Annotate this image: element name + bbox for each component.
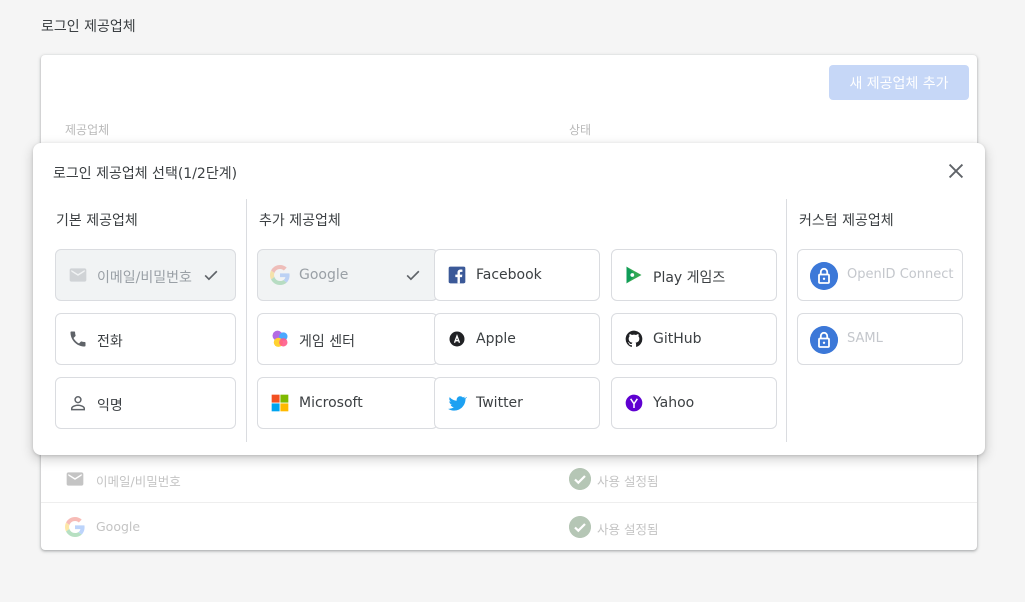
yahoo-icon [625, 394, 643, 412]
provider-name: 이메일/비밀번호 [96, 474, 181, 489]
game-center-icon [272, 330, 288, 347]
provider-label: Microsoft [299, 395, 363, 411]
dialog-title: 로그인 제공업체 선택(1/2단계) [53, 166, 238, 182]
provider-label: Google [299, 267, 349, 283]
provider-button-github[interactable]: GitHub [611, 313, 777, 365]
provider-button-apple[interactable]: Apple [434, 313, 600, 365]
table-row[interactable]: Google 사용 설정됨 [41, 502, 977, 550]
provider-button-facebook[interactable]: Facebook [434, 249, 600, 301]
table-row[interactable]: 이메일/비밀번호 사용 설정됨 [41, 454, 977, 502]
close-icon[interactable] [945, 160, 967, 182]
lock-icon [810, 262, 838, 290]
provider-label: 게임 센터 [299, 334, 355, 350]
group-title-additional: 추가 제공업체 [259, 213, 341, 229]
check-circle-icon [569, 468, 591, 490]
provider-label: 익명 [97, 398, 123, 414]
provider-label: Play 게임즈 [653, 270, 726, 286]
group-title-custom: 커스텀 제공업체 [799, 213, 894, 229]
lock-icon [810, 326, 838, 354]
provider-button-microsoft[interactable]: Microsoft [257, 377, 438, 429]
status-text: 사용 설정됨 [597, 474, 659, 489]
person-icon [71, 396, 85, 411]
provider-label: 전화 [97, 334, 123, 350]
provider-button-email[interactable]: 이메일/비밀번호 [55, 249, 236, 301]
provider-label: 이메일/비밀번호 [97, 270, 192, 286]
twitter-icon [447, 396, 467, 411]
provider-select-dialog: 로그인 제공업체 선택(1/2단계) 기본 제공업체 추가 제공업체 커스텀 제… [33, 143, 985, 455]
facebook-icon [448, 266, 466, 284]
divider [786, 199, 787, 442]
provider-button-phone[interactable]: 전화 [55, 313, 236, 365]
google-icon [65, 517, 85, 537]
microsoft-icon [271, 394, 289, 412]
mail-icon [66, 472, 84, 486]
provider-button-yahoo[interactable]: Yahoo [611, 377, 777, 429]
apple-icon [449, 331, 465, 347]
column-header-provider: 제공업체 [65, 123, 110, 137]
phone-icon [70, 331, 86, 347]
check-circle-icon [569, 516, 591, 538]
provider-label: Twitter [476, 395, 523, 411]
provider-name: Google [96, 519, 141, 534]
group-title-basic: 기본 제공업체 [56, 213, 138, 229]
page-title: 로그인 제공업체 [41, 19, 136, 35]
provider-button-openid[interactable]: OpenID Connect [797, 249, 963, 301]
add-provider-button[interactable]: 새 제공업체 추가 [829, 65, 969, 100]
provider-button-saml[interactable]: SAML [797, 313, 963, 365]
provider-label: OpenID Connect [847, 267, 954, 282]
provider-label: Facebook [476, 267, 542, 283]
status-text: 사용 설정됨 [597, 522, 659, 537]
provider-button-play-games[interactable]: Play 게임즈 [611, 249, 777, 301]
provider-label: Apple [476, 331, 516, 347]
divider [246, 199, 247, 442]
provider-button-anonymous[interactable]: 익명 [55, 377, 236, 429]
provider-label: SAML [847, 331, 883, 346]
provider-label: GitHub [653, 331, 702, 347]
provider-label: Yahoo [653, 395, 695, 411]
play-games-icon [626, 266, 642, 284]
provider-button-twitter[interactable]: Twitter [434, 377, 600, 429]
column-header-status: 상태 [569, 123, 592, 137]
check-icon [204, 270, 218, 281]
github-icon [625, 330, 643, 347]
mail-icon [69, 268, 87, 282]
provider-button-game-center[interactable]: 게임 센터 [257, 313, 438, 365]
check-icon [406, 270, 420, 281]
google-icon [270, 265, 290, 285]
provider-button-google[interactable]: Google [257, 249, 438, 301]
